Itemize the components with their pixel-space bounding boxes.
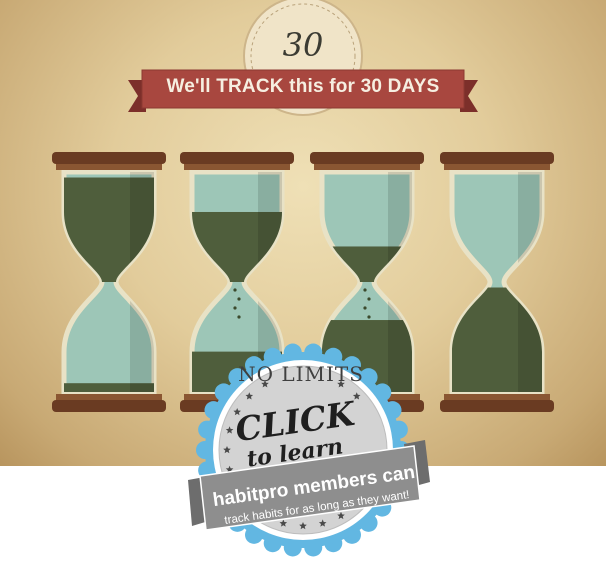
hourglass-bottom-cap [52,400,166,412]
hourglass-top-cap [440,152,554,164]
hourglass-icon [52,152,166,412]
badge-top-text: NO LIMITS [238,362,364,386]
banner-title: We'll TRACK this for 30 DAYS [166,76,440,97]
hourglass-top-cap [52,152,166,164]
hourglass-icon [440,152,554,412]
seal-number: 30 [282,26,324,64]
stage: 30 We'll TRACK this for 30 DAYS NO LIMIT… [0,0,606,578]
hourglass-bottom-cap [440,400,554,412]
hourglass-top-cap [310,152,424,164]
hourglass-top-cap [180,152,294,164]
